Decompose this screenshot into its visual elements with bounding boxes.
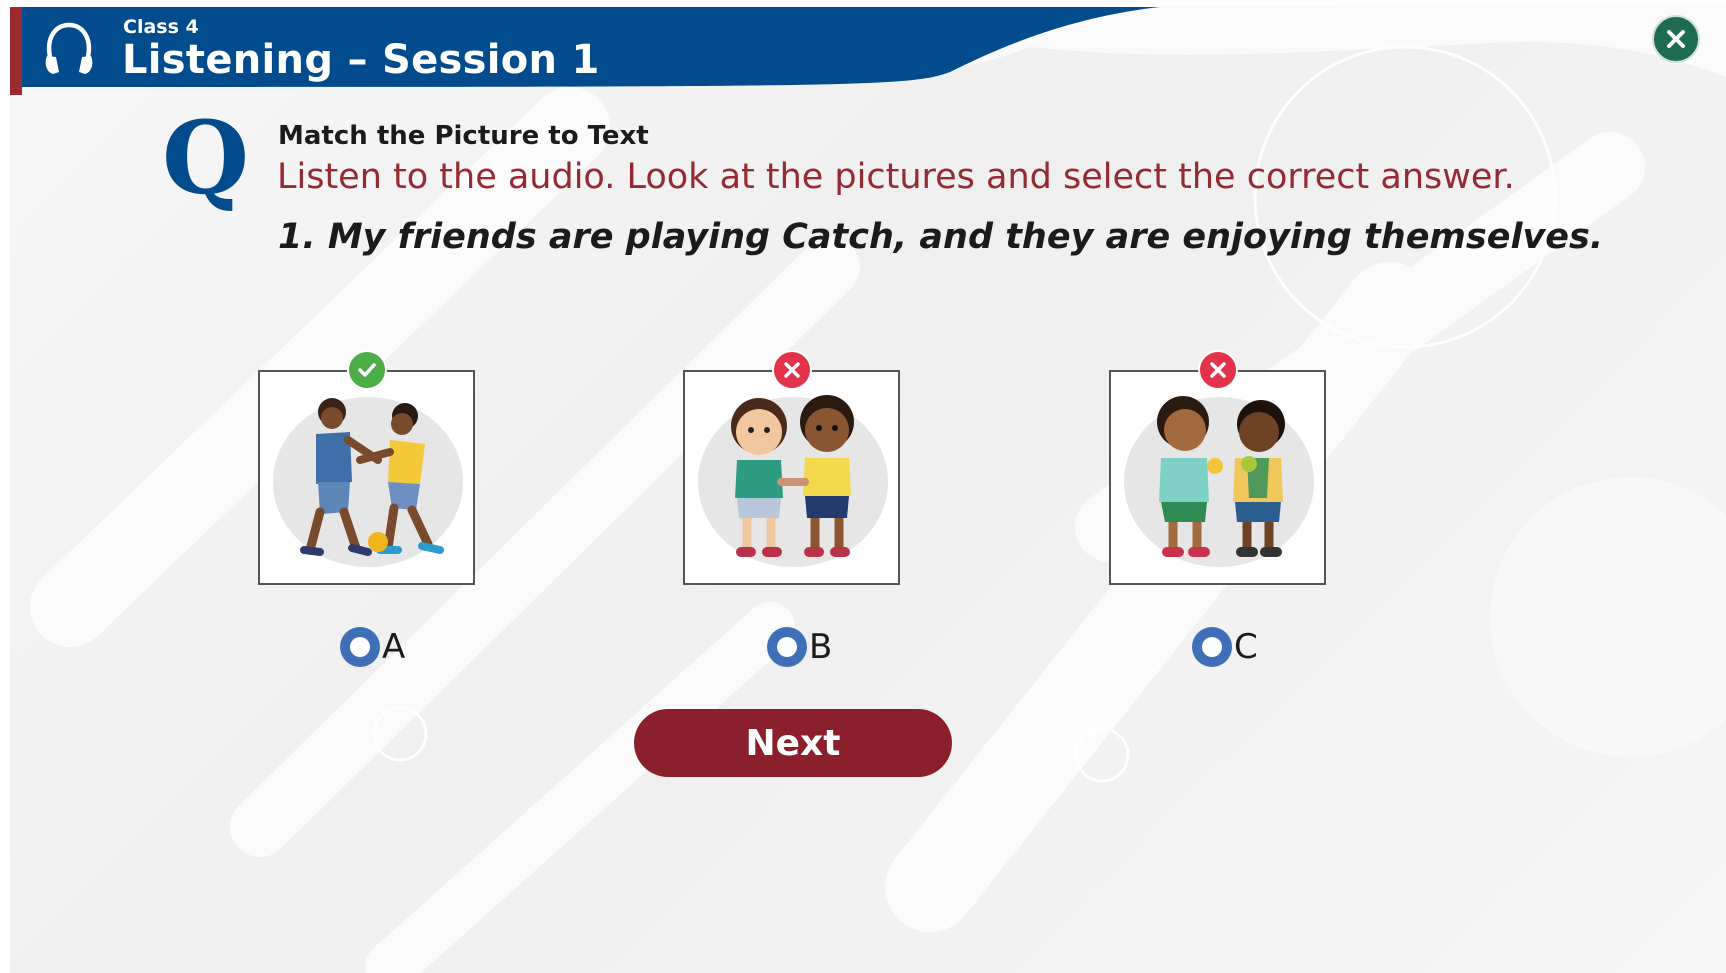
radio-button[interactable]	[1192, 627, 1232, 667]
children-holding-hands-image	[698, 395, 888, 567]
session-title: Listening – Session 1	[122, 37, 600, 83]
option-label: A	[382, 627, 406, 667]
option-c-picture[interactable]	[1109, 370, 1326, 585]
radio-button[interactable]	[340, 627, 380, 667]
x-icon	[784, 362, 800, 378]
next-button[interactable]: Next	[634, 709, 952, 777]
question-heading: Match the Picture to Text	[278, 121, 649, 151]
children-eating-fruit-image	[1124, 396, 1314, 567]
option-label: C	[1234, 627, 1258, 667]
radio-button[interactable]	[767, 627, 807, 667]
quiz-screen: Class 4 Listening – Session 1 Q Match th…	[10, 7, 1726, 973]
incorrect-badge	[1198, 350, 1238, 390]
header-accent-strip	[10, 7, 22, 95]
close-icon	[1667, 30, 1685, 48]
option-label: B	[809, 627, 833, 667]
option-b-picture[interactable]	[683, 370, 900, 585]
children-playing-catch-image	[273, 397, 463, 567]
correct-badge	[347, 350, 387, 390]
svg-text:Q: Q	[162, 115, 249, 215]
question-sentence: 1. My friends are playing Catch, and the…	[278, 217, 1604, 257]
option-a-radio[interactable]: A	[340, 627, 405, 667]
class-label: Class 4	[123, 16, 199, 38]
headphones-icon	[40, 19, 98, 81]
question-instruction: Listen to the audio. Look at the picture…	[277, 157, 1515, 197]
question-mark-logo: Q	[162, 115, 249, 215]
x-icon	[1210, 362, 1226, 378]
check-icon	[358, 363, 376, 377]
option-b-radio[interactable]: B	[767, 627, 832, 667]
option-c-radio[interactable]: C	[1192, 627, 1258, 667]
close-button[interactable]	[1652, 15, 1700, 63]
incorrect-badge	[772, 350, 812, 390]
option-a-picture[interactable]	[258, 370, 475, 585]
